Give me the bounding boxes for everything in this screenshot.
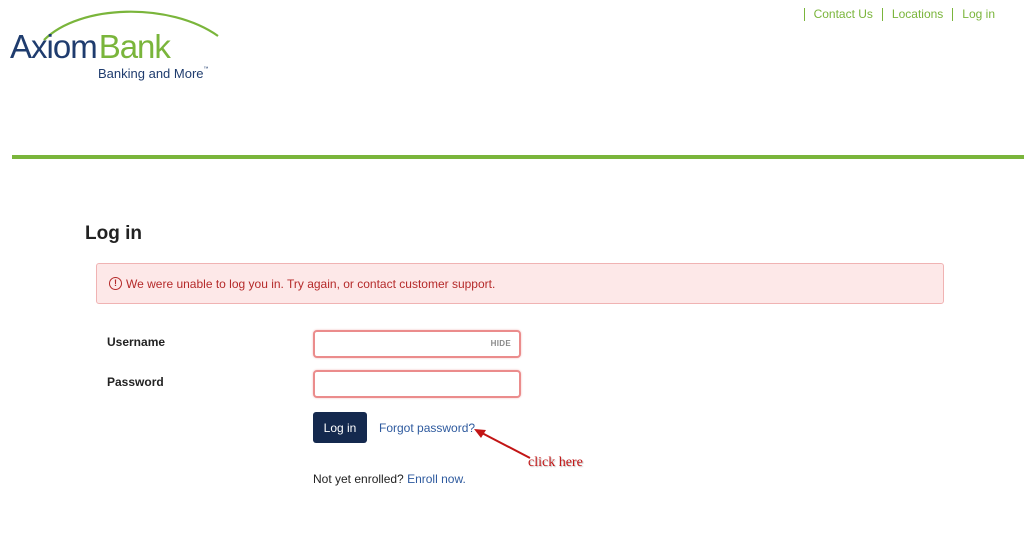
username-label: Username bbox=[107, 335, 166, 349]
error-alert: ! We were unable to log you in. Try agai… bbox=[96, 263, 944, 304]
header-divider bbox=[12, 155, 1024, 159]
login-button[interactable]: Log in bbox=[313, 412, 367, 443]
logo-tagline: Banking and More™ bbox=[98, 66, 209, 81]
username-input[interactable] bbox=[315, 332, 519, 356]
hide-toggle[interactable]: HIDE bbox=[491, 339, 511, 348]
top-nav: Contact Us Locations Log in bbox=[803, 8, 1004, 21]
enroll-text: Not yet enrolled? bbox=[313, 472, 404, 486]
nav-log-in[interactable]: Log in bbox=[952, 8, 1004, 21]
forgot-password-link[interactable]: Forgot password? bbox=[379, 421, 475, 435]
logo-axiom-text: Axiom bbox=[10, 28, 98, 65]
annotation-text: click here bbox=[528, 455, 583, 470]
enroll-prompt: Not yet enrolled? Enroll now. bbox=[313, 472, 466, 486]
axiom-bank-logo[interactable]: AxiomBank Banking and More™ bbox=[10, 6, 230, 86]
username-field-wrapper: HIDE bbox=[313, 330, 521, 358]
page: AxiomBank Banking and More™ Contact Us L… bbox=[0, 0, 1024, 538]
password-label: Password bbox=[107, 375, 164, 389]
nav-contact-us[interactable]: Contact Us bbox=[803, 8, 882, 21]
password-input[interactable] bbox=[315, 372, 519, 396]
logo-bank-text: Bank bbox=[98, 28, 171, 65]
page-title: Log in bbox=[85, 223, 142, 244]
password-field-wrapper bbox=[313, 370, 521, 398]
nav-locations[interactable]: Locations bbox=[881, 8, 952, 21]
exclamation-circle-icon: ! bbox=[109, 277, 122, 290]
logo-tagline-text: Banking and More bbox=[98, 66, 204, 81]
error-alert-message: We were unable to log you in. Try again,… bbox=[126, 276, 496, 291]
logo-wordmark: AxiomBank bbox=[10, 28, 171, 66]
logo-tagline-mark: ™ bbox=[203, 66, 209, 72]
enroll-now-link[interactable]: Enroll now. bbox=[407, 472, 466, 486]
